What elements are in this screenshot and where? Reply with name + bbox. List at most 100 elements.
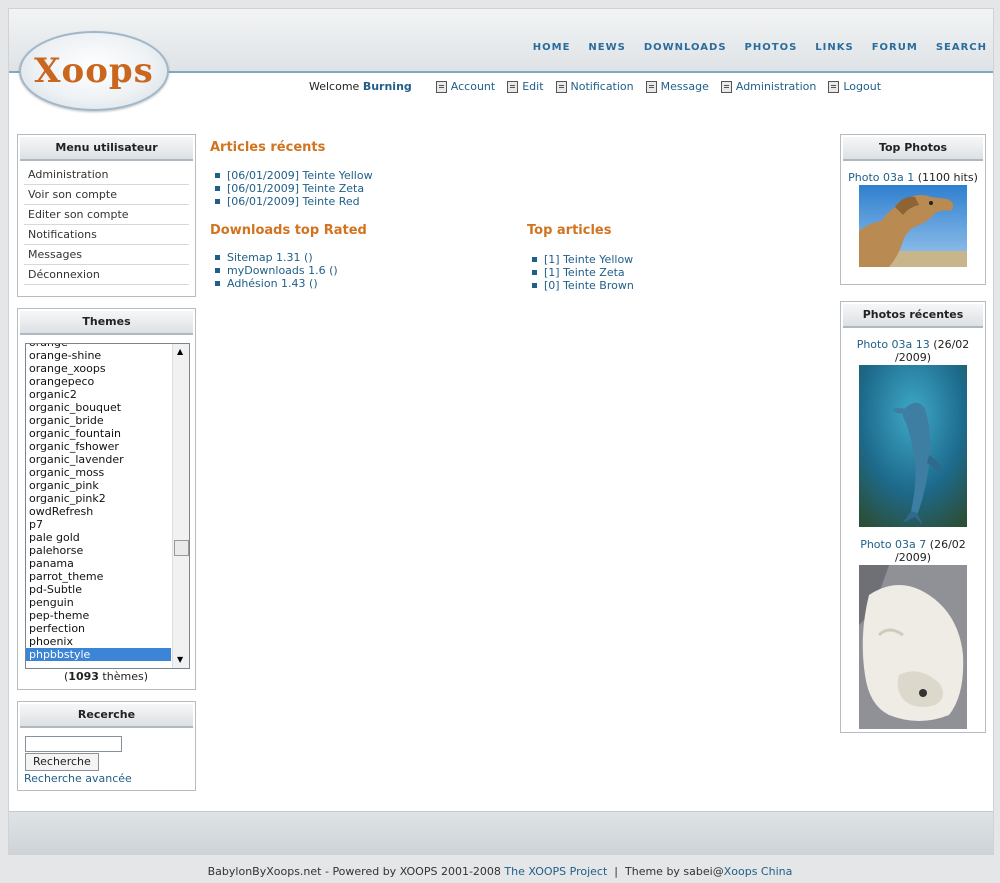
photo-caption: Photo 03a 7 (26/02 /2009) <box>841 538 985 564</box>
themes-listbox[interactable]: orangeorange-shineorange_xoopsorangepeco… <box>25 343 190 669</box>
footer-credit: BabylonByXoops.net - Powered by XOOPS 20… <box>207 865 501 878</box>
theme-option[interactable]: penguin <box>26 596 171 609</box>
list-item[interactable]: [06/01/2009] Teinte Yellow <box>210 169 373 182</box>
theme-option[interactable]: pale gold <box>26 531 171 544</box>
menu-item-administration[interactable]: Administration <box>24 165 189 185</box>
theme-option[interactable]: panama <box>26 557 171 570</box>
camel-photo[interactable] <box>859 185 967 270</box>
nav-links[interactable]: LINKS <box>815 42 853 53</box>
theme-option[interactable]: perfection <box>26 622 171 635</box>
edit-link[interactable]: Edit <box>507 80 544 93</box>
theme-option[interactable]: organic_fountain <box>26 427 171 440</box>
download-link[interactable]: Adhésion 1.43 () <box>227 277 318 290</box>
site-logo[interactable]: Xoops <box>19 31 169 111</box>
theme-option[interactable]: orange_xoops <box>26 362 171 375</box>
list-item[interactable]: [06/01/2009] Teinte Red <box>210 195 373 208</box>
menu-item-view-account[interactable]: Voir son compte <box>24 185 189 205</box>
theme-option[interactable]: organic_lavender <box>26 453 171 466</box>
menu-item-edit-account[interactable]: Editer son compte <box>24 205 189 225</box>
photo-meta: (1100 hits) <box>917 171 978 184</box>
article-link[interactable]: [06/01/2009] Teinte Zeta <box>227 182 364 195</box>
search-block: Recerche Recherche Recherche avancée <box>17 701 196 791</box>
administration-link[interactable]: Administration <box>720 80 816 93</box>
nav-forum[interactable]: FORUM <box>872 42 918 53</box>
menu-item-logout[interactable]: Déconnexion <box>24 265 189 285</box>
recent-articles-title: Articles récents <box>210 140 326 155</box>
notification-label: Notification <box>570 80 634 93</box>
theme-option[interactable]: organic2 <box>26 388 171 401</box>
account-icon <box>435 80 447 93</box>
photo-link[interactable]: Photo 03a 13 <box>857 338 930 351</box>
theme-option[interactable]: phoenix <box>26 635 171 648</box>
theme-option[interactable]: organic_bouquet <box>26 401 171 414</box>
theme-option[interactable]: organic_fshower <box>26 440 171 453</box>
list-item[interactable]: Sitemap 1.31 () <box>210 251 338 264</box>
nav-search[interactable]: SEARCH <box>936 42 987 53</box>
camel-image <box>859 185 967 267</box>
advanced-search-link[interactable]: Recherche avancée <box>24 772 132 785</box>
menu-item-messages[interactable]: Messages <box>24 245 189 265</box>
article-link[interactable]: [06/01/2009] Teinte Red <box>227 195 360 208</box>
nav-downloads[interactable]: DOWNLOADS <box>644 42 727 53</box>
photo-link[interactable]: Photo 03a 7 <box>860 538 926 551</box>
top-article-link[interactable]: [1] Teinte Zeta <box>544 266 625 279</box>
footer-theme-by: Theme by sabei@ <box>625 865 724 878</box>
photo-link[interactable]: Photo 03a 1 <box>848 171 914 184</box>
notification-link[interactable]: Notification <box>555 80 634 93</box>
list-item[interactable]: Adhésion 1.43 () <box>210 277 338 290</box>
notification-icon <box>555 80 567 93</box>
page: HOME NEWS DOWNLOADS PHOTOS LINKS FORUM S… <box>8 8 994 855</box>
welcome-label: Welcome <box>309 80 360 93</box>
theme-option[interactable]: organic_moss <box>26 466 171 479</box>
search-button[interactable]: Recherche <box>25 753 99 771</box>
theme-option[interactable]: phpbbstyle <box>26 648 171 661</box>
list-item[interactable]: [06/01/2009] Teinte Zeta <box>210 182 373 195</box>
search-input[interactable] <box>25 736 122 752</box>
xoops-china-link[interactable]: Xoops China <box>724 865 793 878</box>
nav-photos[interactable]: PHOTOS <box>745 42 798 53</box>
scroll-down-icon[interactable]: ▼ <box>177 655 183 664</box>
footer: BabylonByXoops.net - Powered by XOOPS 20… <box>0 865 1000 878</box>
top-article-link[interactable]: [1] Teinte Yellow <box>544 253 633 266</box>
theme-count-value: 1093 <box>68 670 99 683</box>
theme-option[interactable]: pd-Subtle <box>26 583 171 596</box>
dolphin-image <box>859 365 967 527</box>
logout-link[interactable]: Logout <box>828 80 881 93</box>
scroll-thumb[interactable] <box>174 540 189 556</box>
article-link[interactable]: [06/01/2009] Teinte Yellow <box>227 169 373 182</box>
account-link[interactable]: Account <box>435 80 495 93</box>
theme-option[interactable]: orange-shine <box>26 349 171 362</box>
themes-scrollbar[interactable]: ▲ ▼ <box>172 344 189 668</box>
theme-option[interactable]: p7 <box>26 518 171 531</box>
list-item[interactable]: [1] Teinte Yellow <box>527 253 634 266</box>
xoops-project-link[interactable]: The XOOPS Project <box>504 865 607 878</box>
message-link[interactable]: Message <box>645 80 709 93</box>
photo-caption: Photo 03a 1 (1100 hits) <box>841 171 985 184</box>
theme-option[interactable]: parrot_theme <box>26 570 171 583</box>
theme-option[interactable]: organic_pink <box>26 479 171 492</box>
footer-band <box>9 811 993 855</box>
download-link[interactable]: Sitemap 1.31 () <box>227 251 313 264</box>
list-item[interactable]: myDownloads 1.6 () <box>210 264 338 277</box>
dolphin-photo[interactable] <box>859 365 967 530</box>
edit-label: Edit <box>522 80 544 93</box>
nav-home[interactable]: HOME <box>533 42 571 53</box>
top-article-link[interactable]: [0] Teinte Brown <box>544 279 634 292</box>
nav-news[interactable]: NEWS <box>588 42 625 53</box>
user-bar: Welcome Burning Account Edit Notificatio… <box>309 80 893 93</box>
polar-bear-image <box>859 565 967 729</box>
theme-option[interactable]: pep-theme <box>26 609 171 622</box>
edit-icon <box>507 80 519 93</box>
theme-option[interactable]: palehorse <box>26 544 171 557</box>
user-menu-title: Menu utilisateur <box>20 137 193 161</box>
polar-bear-photo[interactable] <box>859 565 967 732</box>
theme-option[interactable]: orangepeco <box>26 375 171 388</box>
list-item[interactable]: [1] Teinte Zeta <box>527 266 634 279</box>
list-item[interactable]: [0] Teinte Brown <box>527 279 634 292</box>
scroll-up-icon[interactable]: ▲ <box>177 347 183 356</box>
theme-option[interactable]: owdRefresh <box>26 505 171 518</box>
theme-option[interactable]: organic_pink2 <box>26 492 171 505</box>
download-link[interactable]: myDownloads 1.6 () <box>227 264 338 277</box>
menu-item-notifications[interactable]: Notifications <box>24 225 189 245</box>
theme-option[interactable]: organic_bride <box>26 414 171 427</box>
